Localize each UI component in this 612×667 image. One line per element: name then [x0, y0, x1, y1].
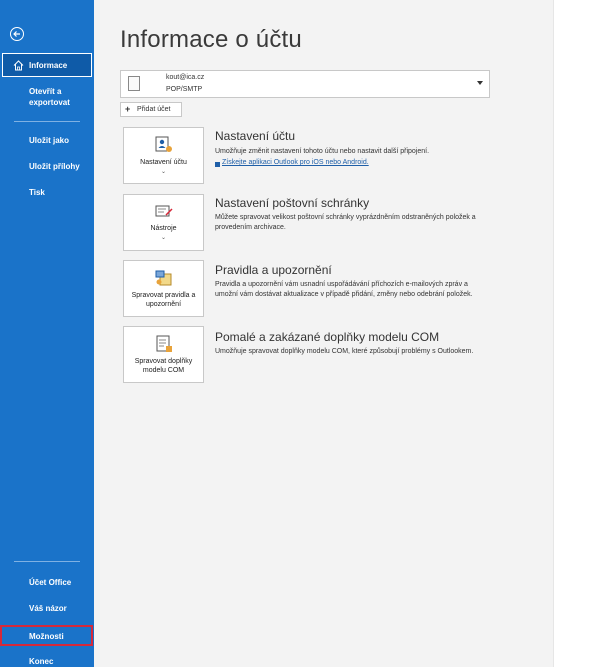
- section-description: Umožňuje změnit nastavení tohoto účtu ne…: [215, 148, 430, 155]
- manage-com-addins-tile[interactable]: Spravovat doplňky modelu COM: [123, 326, 204, 383]
- tile-label: Spravovat pravidla a upozornění: [131, 292, 196, 308]
- section-heading: Nastavení poštovní schránky: [215, 196, 370, 210]
- chevron-down-icon: ⌄: [160, 235, 167, 241]
- account-icon: [128, 76, 140, 91]
- manage-rules-tile[interactable]: Spravovat pravidla a upozornění: [123, 260, 204, 317]
- sidebar-item-konec[interactable]: Konec: [0, 656, 94, 667]
- tile-label: Spravovat doplňky modelu COM: [134, 358, 193, 374]
- sidebar-item-informace[interactable]: Informace: [2, 53, 92, 77]
- plus-icon: +: [125, 104, 131, 114]
- page-title: Informace o účtu: [120, 26, 302, 53]
- sidebar-item-label: Informace: [29, 60, 68, 70]
- backstage-sidebar: Informace Otevřít a exportovat Uložit ja…: [0, 0, 94, 667]
- sidebar-item-ulozit-prilohy[interactable]: Uložit přílohy: [0, 161, 94, 172]
- section-description: Můžete spravovat velikost poštovní schrá…: [215, 214, 476, 231]
- home-icon: [13, 60, 24, 74]
- sidebar-item-ulozit-jako[interactable]: Uložit jako: [0, 135, 94, 146]
- sidebar-item-label: Konec: [29, 657, 54, 666]
- section-description: Umožňuje spravovat doplňky modelu COM, k…: [215, 348, 474, 355]
- tile-label: Nástroje ⌄: [150, 225, 177, 241]
- account-settings-icon: [154, 136, 174, 154]
- sidebar-item-label: Tisk: [29, 188, 45, 197]
- account-email: kout@ica.cz: [166, 74, 205, 81]
- sidebar-item-tisk[interactable]: Tisk: [0, 187, 94, 198]
- section-description: Pravidla a upozornění vám usnadní uspořá…: [215, 281, 473, 298]
- chevron-down-icon: [477, 81, 483, 85]
- sidebar-divider: [14, 121, 80, 122]
- tools-icon: [154, 203, 174, 221]
- sidebar-item-label: Uložit jako: [29, 136, 70, 145]
- outlook-mobile-link[interactable]: Získejte aplikaci Outlook pro iOS nebo A…: [222, 159, 369, 166]
- section-heading: Pravidla a upozornění: [215, 263, 332, 277]
- account-settings-tile[interactable]: Nastavení účtu ⌄: [123, 127, 204, 184]
- right-blank-pane: [553, 0, 612, 667]
- sidebar-item-label: Účet Office: [29, 578, 72, 587]
- chevron-down-icon: ⌄: [160, 169, 167, 175]
- account-type: POP/SMTP: [166, 86, 203, 93]
- sidebar-item-ucet-office[interactable]: Účet Office: [0, 577, 94, 588]
- add-account-label: Přidat účet: [137, 106, 171, 113]
- sidebar-item-label: Váš názor: [29, 604, 67, 613]
- sidebar-item-otevrit[interactable]: Otevřít a exportovat: [0, 86, 80, 108]
- section-heading: Nastavení účtu: [215, 129, 296, 143]
- sidebar-item-vas-nazor[interactable]: Váš názor: [0, 603, 94, 614]
- moznosti-highlight: [0, 625, 93, 646]
- tools-tile[interactable]: Nástroje ⌄: [123, 194, 204, 251]
- section-heading: Pomalé a zakázané doplňky modelu COM: [215, 330, 440, 344]
- account-selector[interactable]: kout@ica.cz POP/SMTP: [120, 70, 490, 98]
- sidebar-item-label: Uložit přílohy: [29, 162, 80, 171]
- com-addins-icon: [154, 335, 174, 353]
- main-pane: Informace o účtu kout@ica.cz POP/SMTP + …: [94, 0, 553, 667]
- tile-label: Nastavení účtu ⌄: [140, 159, 187, 175]
- back-arrow-icon[interactable]: [10, 27, 24, 41]
- sidebar-item-label: Otevřít a exportovat: [29, 87, 70, 107]
- rules-icon: [154, 269, 174, 287]
- sidebar-divider: [14, 561, 80, 562]
- bullet-icon: [215, 162, 220, 167]
- add-account-button[interactable]: + Přidat účet: [120, 102, 182, 117]
